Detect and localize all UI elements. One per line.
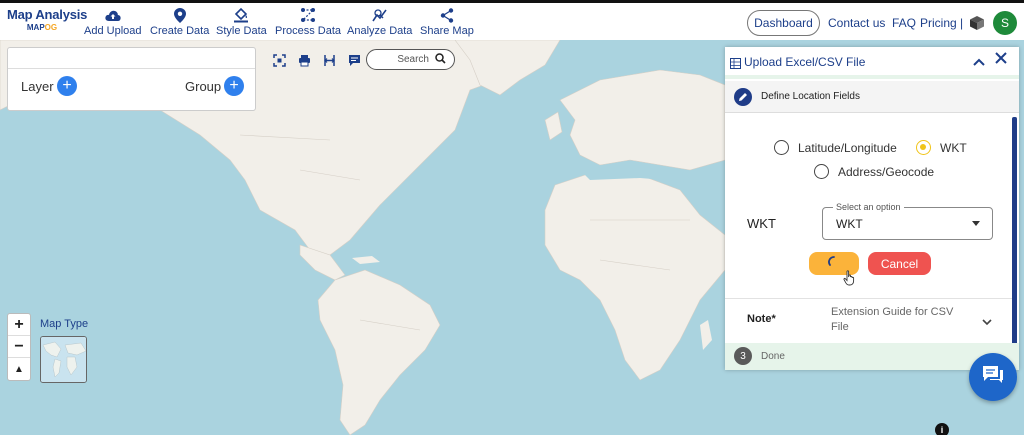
paint-bucket-icon <box>233 7 249 23</box>
cube-icon[interactable] <box>969 15 985 31</box>
process-nodes-icon <box>300 7 316 23</box>
map-search-input[interactable]: Search <box>366 49 455 70</box>
hand-cursor-icon <box>843 270 857 286</box>
info-icon[interactable]: i <box>935 423 949 435</box>
close-icon[interactable] <box>995 51 1007 69</box>
radio-label: Address/Geocode <box>838 164 935 179</box>
map-type-thumbnail[interactable] <box>40 336 87 383</box>
add-layer-button[interactable]: + <box>57 76 77 96</box>
nav-style-data[interactable]: Style Data <box>216 7 267 37</box>
nav-process-data[interactable]: Process Data <box>275 7 341 37</box>
print-icon[interactable] <box>296 52 312 68</box>
zoom-out-button[interactable]: − <box>8 336 30 358</box>
nav-label: Analyze Data <box>347 25 413 37</box>
compass-north-button[interactable]: ▲ <box>8 358 30 380</box>
caret-down-icon <box>972 221 980 226</box>
top-navigation-bar: Map Analysis MAPOG Add Upload Create Dat… <box>0 0 1024 40</box>
cancel-button[interactable]: Cancel <box>868 252 931 275</box>
spreadsheet-icon <box>730 56 741 69</box>
chevron-down-icon <box>982 315 992 329</box>
measure-icon[interactable] <box>321 52 337 68</box>
upload-csv-panel: Upload Excel/CSV File Define Location Fi… <box>725 47 1019 370</box>
step-define-location-fields[interactable]: Define Location Fields <box>725 81 1019 113</box>
faq-link[interactable]: FAQ <box>892 16 916 30</box>
map-toolbar: Search <box>262 48 457 72</box>
step3-number: 3 <box>734 347 752 365</box>
upload-panel-title: Upload Excel/CSV File <box>744 55 866 69</box>
collapse-chevron-up-icon[interactable] <box>973 53 985 69</box>
select-value: WKT <box>836 217 863 231</box>
share-icon <box>440 7 454 23</box>
nav-label: Style Data <box>216 25 267 37</box>
step3-label: Done <box>761 351 785 362</box>
nav-analyze-data[interactable]: Analyze Data <box>347 7 412 37</box>
loading-spinner-icon <box>828 255 840 273</box>
nav-create-data[interactable]: Create Data <box>150 7 209 37</box>
step-progress-strip <box>725 75 1019 79</box>
note-extension-guide-row[interactable]: Note* Extension Guide for CSV File <box>725 298 1012 342</box>
radio-latitude-longitude[interactable]: Latitude/Longitude <box>774 140 897 155</box>
add-group-button[interactable]: + <box>224 76 244 96</box>
radio-circle <box>814 164 829 179</box>
nav-add-upload[interactable]: Add Upload <box>84 7 142 37</box>
brand-title: Map Analysis <box>7 7 88 22</box>
panel-divider <box>8 68 255 69</box>
search-placeholder: Search <box>397 54 429 65</box>
nav-label: Create Data <box>150 25 210 37</box>
zoom-in-button[interactable]: + <box>8 314 30 336</box>
analyze-chart-icon <box>372 7 388 23</box>
fullscreen-icon[interactable] <box>271 52 287 68</box>
dashboard-button[interactable]: Dashboard <box>747 10 820 36</box>
location-pin-icon <box>173 7 186 23</box>
brand-logo[interactable]: Map Analysis MAPOG <box>7 7 88 32</box>
layer-group-panel: Layer + Group + <box>7 47 256 111</box>
brand-subtitle: MAPOG <box>7 23 77 32</box>
zoom-controls: + − ▲ <box>7 313 31 381</box>
note-label: Note* <box>747 313 776 325</box>
contact-us-link[interactable]: Contact us <box>828 16 885 30</box>
radio-wkt[interactable]: WKT <box>916 140 967 155</box>
radio-label: Latitude/Longitude <box>798 140 897 155</box>
map-type-label: Map Type <box>40 318 89 330</box>
step2-label: Define Location Fields <box>761 91 860 102</box>
brand-sub-b: OG <box>44 23 58 32</box>
wkt-column-select[interactable]: Select an option WKT <box>822 202 993 240</box>
brand-sub-a: MAP <box>26 23 45 32</box>
pencil-icon <box>734 88 752 106</box>
comment-icon[interactable] <box>346 52 362 68</box>
chat-bubble-icon <box>981 364 1005 391</box>
nav-label: Share Map <box>420 25 474 37</box>
radio-label: WKT <box>940 140 967 155</box>
group-label: Group <box>185 79 222 94</box>
radio-circle-selected <box>916 140 931 155</box>
select-legend: Select an option <box>833 202 904 212</box>
note-text: Extension Guide for CSV File <box>831 306 954 333</box>
wkt-field-label: WKT <box>747 216 776 231</box>
panel-scrollbar[interactable] <box>1012 117 1017 364</box>
nav-share-map[interactable]: Share Map <box>420 7 474 37</box>
radio-address-geocode[interactable]: Address/Geocode <box>814 164 934 179</box>
radio-circle <box>774 140 789 155</box>
nav-label: Process Data <box>275 25 342 37</box>
cloud-upload-icon <box>105 7 121 23</box>
search-icon <box>435 52 446 67</box>
user-avatar[interactable]: S <box>993 11 1017 35</box>
nav-label: Add Upload <box>84 25 142 37</box>
layer-label: Layer <box>21 79 54 94</box>
chat-support-button[interactable] <box>969 353 1017 401</box>
pricing-link[interactable]: Pricing | <box>920 16 963 30</box>
